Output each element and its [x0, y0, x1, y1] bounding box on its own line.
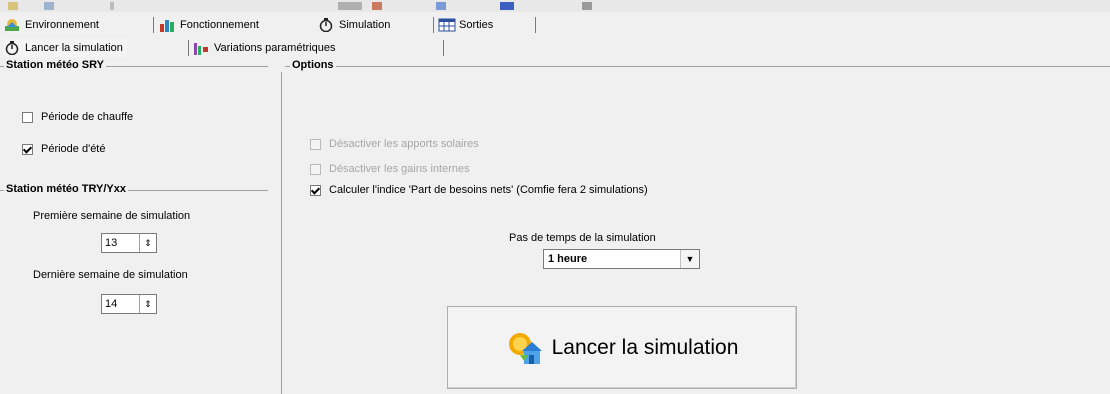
checkbox-box[interactable]	[310, 184, 321, 196]
table-icon	[438, 18, 456, 32]
sub-tab-bar: Lancer la simulation Variations paramétr…	[0, 37, 1110, 59]
launch-button-label: Lancer la simulation	[551, 335, 739, 359]
tab-sorties[interactable]: Sorties	[438, 16, 493, 34]
checkbox-label: Désactiver les apports solaires	[329, 138, 479, 150]
checkbox-label: Désactiver les gains internes	[329, 163, 470, 175]
checkbox-box[interactable]	[310, 138, 321, 150]
toolbar-icon[interactable]	[110, 2, 114, 10]
main-tab-bar: Environnement Fonctionnement Simulation …	[0, 14, 1110, 36]
panel-divider	[281, 72, 282, 394]
checkbox-label: Période d'été	[41, 143, 106, 155]
tab-separator	[443, 40, 444, 56]
group-title-try: Station météo TRY/Yxx	[4, 183, 129, 195]
select-value[interactable]: 1 heure	[544, 250, 680, 268]
bar-chart-icon	[193, 41, 209, 55]
periode-chauffe-checkbox[interactable]: Période de chauffe	[22, 111, 133, 123]
group-title-sry: Station météo SRY	[4, 59, 106, 71]
checkbox-box[interactable]	[22, 143, 33, 155]
tab-separator	[535, 17, 536, 33]
last-week-label: Dernière semaine de simulation	[33, 269, 188, 281]
toolbar-strip	[0, 0, 1110, 12]
desactiver-gains-checkbox[interactable]: Désactiver les gains internes	[310, 163, 470, 175]
chevron-down-icon[interactable]: ▼	[680, 250, 699, 268]
checkbox-label: Calculer l'indice 'Part de besoins nets'…	[329, 184, 648, 196]
tab-label: Environnement	[25, 19, 99, 31]
toolbar-icon[interactable]	[372, 2, 382, 10]
spinner-value[interactable]: 14	[102, 295, 139, 313]
tab-lancer-simulation[interactable]: Lancer la simulation	[4, 39, 127, 57]
spinner-value[interactable]: 13	[102, 234, 139, 252]
sun-house-icon	[506, 331, 542, 365]
toolbar-icon[interactable]	[582, 2, 592, 10]
pas-temps-select[interactable]: 1 heure ▼	[543, 249, 700, 269]
group-border	[285, 66, 1110, 67]
toolbar-icon[interactable]	[8, 2, 18, 10]
spinner-arrows-icon[interactable]: ⇕	[139, 295, 156, 313]
tab-separator	[153, 17, 154, 33]
building-chart-icon	[159, 18, 175, 32]
tab-separator	[433, 17, 434, 33]
tab-separator	[188, 40, 189, 56]
tab-label: Sorties	[459, 19, 494, 31]
checkbox-box[interactable]	[310, 163, 321, 175]
tab-variations-parametriques[interactable]: Variations paramétriques	[193, 39, 335, 57]
pas-temps-label: Pas de temps de la simulation	[509, 232, 656, 244]
toolbar-icon[interactable]	[338, 2, 362, 10]
tab-label: Variations paramétriques	[214, 42, 336, 54]
spinner-arrows-icon[interactable]: ⇕	[139, 234, 156, 252]
group-title-options: Options	[290, 59, 336, 71]
tab-label: Lancer la simulation	[25, 42, 123, 54]
lancer-simulation-button[interactable]: Lancer la simulation	[447, 306, 797, 389]
checkbox-label: Période de chauffe	[41, 111, 134, 123]
first-week-label: Première semaine de simulation	[33, 210, 191, 222]
first-week-spinner[interactable]: 13 ⇕	[101, 233, 157, 253]
last-week-spinner[interactable]: 14 ⇕	[101, 294, 157, 314]
desactiver-apports-checkbox[interactable]: Désactiver les apports solaires	[310, 138, 479, 150]
environment-icon	[4, 18, 20, 32]
timer-icon	[4, 41, 20, 55]
toolbar-icon[interactable]	[500, 2, 514, 10]
timer-icon	[318, 18, 334, 32]
tab-fonctionnement[interactable]: Fonctionnement	[159, 16, 259, 34]
tab-environnement[interactable]: Environnement	[4, 16, 99, 34]
tab-label: Fonctionnement	[180, 19, 259, 31]
calculer-indice-checkbox[interactable]: Calculer l'indice 'Part de besoins nets'…	[310, 184, 648, 196]
checkbox-box[interactable]	[22, 111, 33, 123]
toolbar-icon[interactable]	[436, 2, 446, 10]
toolbar-icon[interactable]	[44, 2, 54, 10]
tab-simulation[interactable]: Simulation	[318, 16, 390, 34]
periode-ete-checkbox[interactable]: Période d'été	[22, 143, 105, 155]
tab-label: Simulation	[339, 19, 391, 31]
